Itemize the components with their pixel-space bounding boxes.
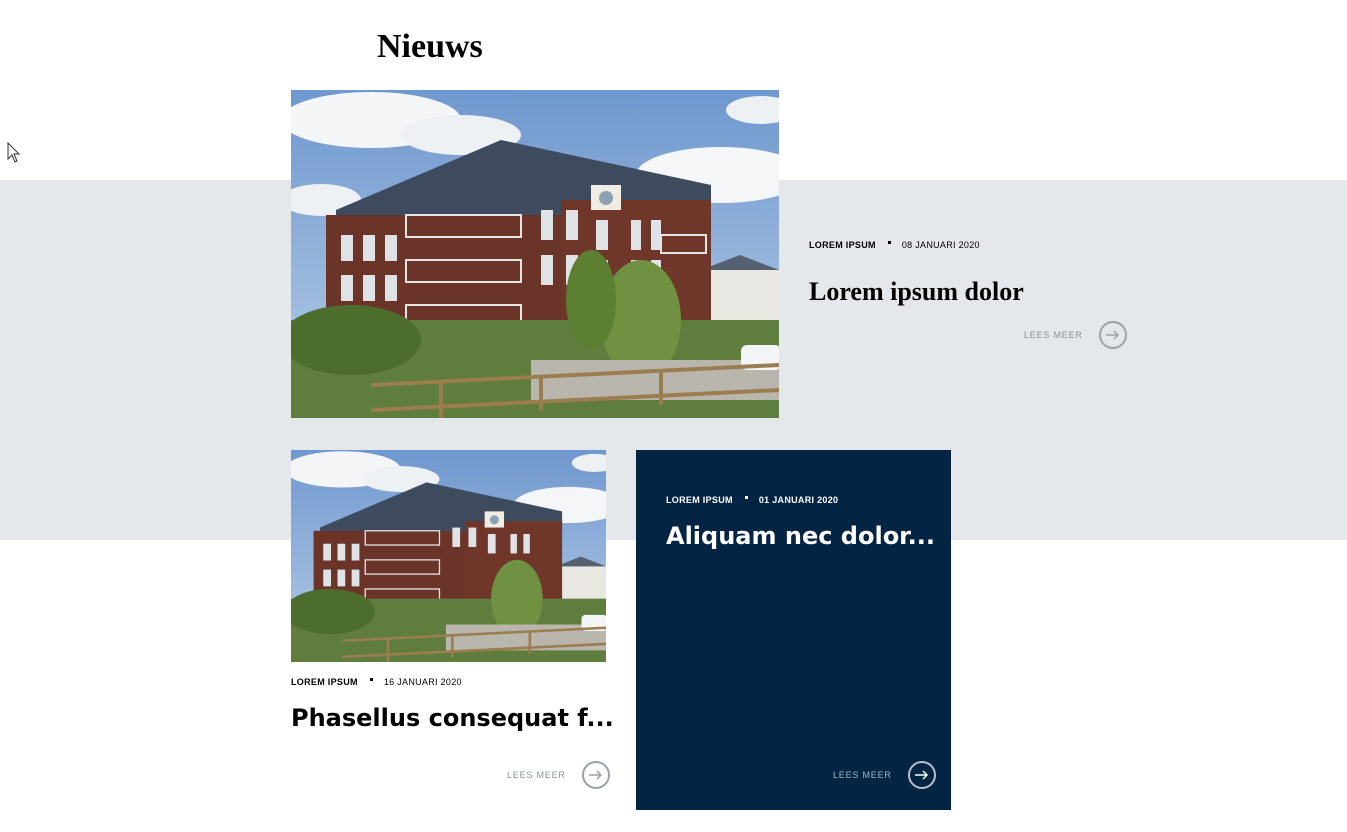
article-title-3[interactable]: Aliquam nec dolor... — [666, 520, 935, 552]
mouse-pointer-icon — [7, 142, 21, 163]
article-date: 08 JANUARI 2020 — [901, 240, 980, 250]
article-title-featured[interactable]: Lorem ipsum dolor — [809, 276, 1024, 308]
article-meta-2: LOREM IPSUM 16 JANUARI 2020 — [291, 677, 462, 687]
article-meta-3: LOREM IPSUM 01 JANUARI 2020 — [666, 495, 838, 505]
article-card-navy[interactable]: LOREM IPSUM 01 JANUARI 2020 Aliquam nec … — [636, 450, 951, 810]
read-more-link-2[interactable]: LEES MEER — [507, 761, 610, 789]
meta-separator-dot — [369, 677, 373, 681]
meta-separator-dot — [887, 240, 891, 244]
article-category: LOREM IPSUM — [291, 677, 358, 687]
article-meta-featured: LOREM IPSUM 08 JANUARI 2020 — [809, 240, 980, 250]
read-more-label: LEES MEER — [833, 770, 892, 780]
article-category: LOREM IPSUM — [809, 240, 876, 250]
page-title: Nieuws — [377, 28, 483, 65]
read-more-label: LEES MEER — [507, 770, 566, 780]
meta-separator-dot — [744, 495, 748, 499]
read-more-link-3[interactable]: LEES MEER — [833, 761, 936, 789]
read-more-label: LEES MEER — [1024, 330, 1083, 340]
arrow-right-icon[interactable] — [1098, 321, 1127, 349]
arrow-right-icon[interactable] — [581, 761, 610, 789]
article-image-2[interactable] — [291, 450, 606, 662]
arrow-right-icon[interactable] — [907, 761, 936, 789]
article-date: 16 JANUARI 2020 — [383, 677, 462, 687]
article-category: LOREM IPSUM — [666, 495, 733, 505]
article-date: 01 JANUARI 2020 — [758, 495, 839, 505]
article-image-featured[interactable] — [291, 90, 779, 418]
article-title-2[interactable]: Phasellus consequat f... — [291, 702, 614, 734]
read-more-link-featured[interactable]: LEES MEER — [1024, 321, 1127, 349]
